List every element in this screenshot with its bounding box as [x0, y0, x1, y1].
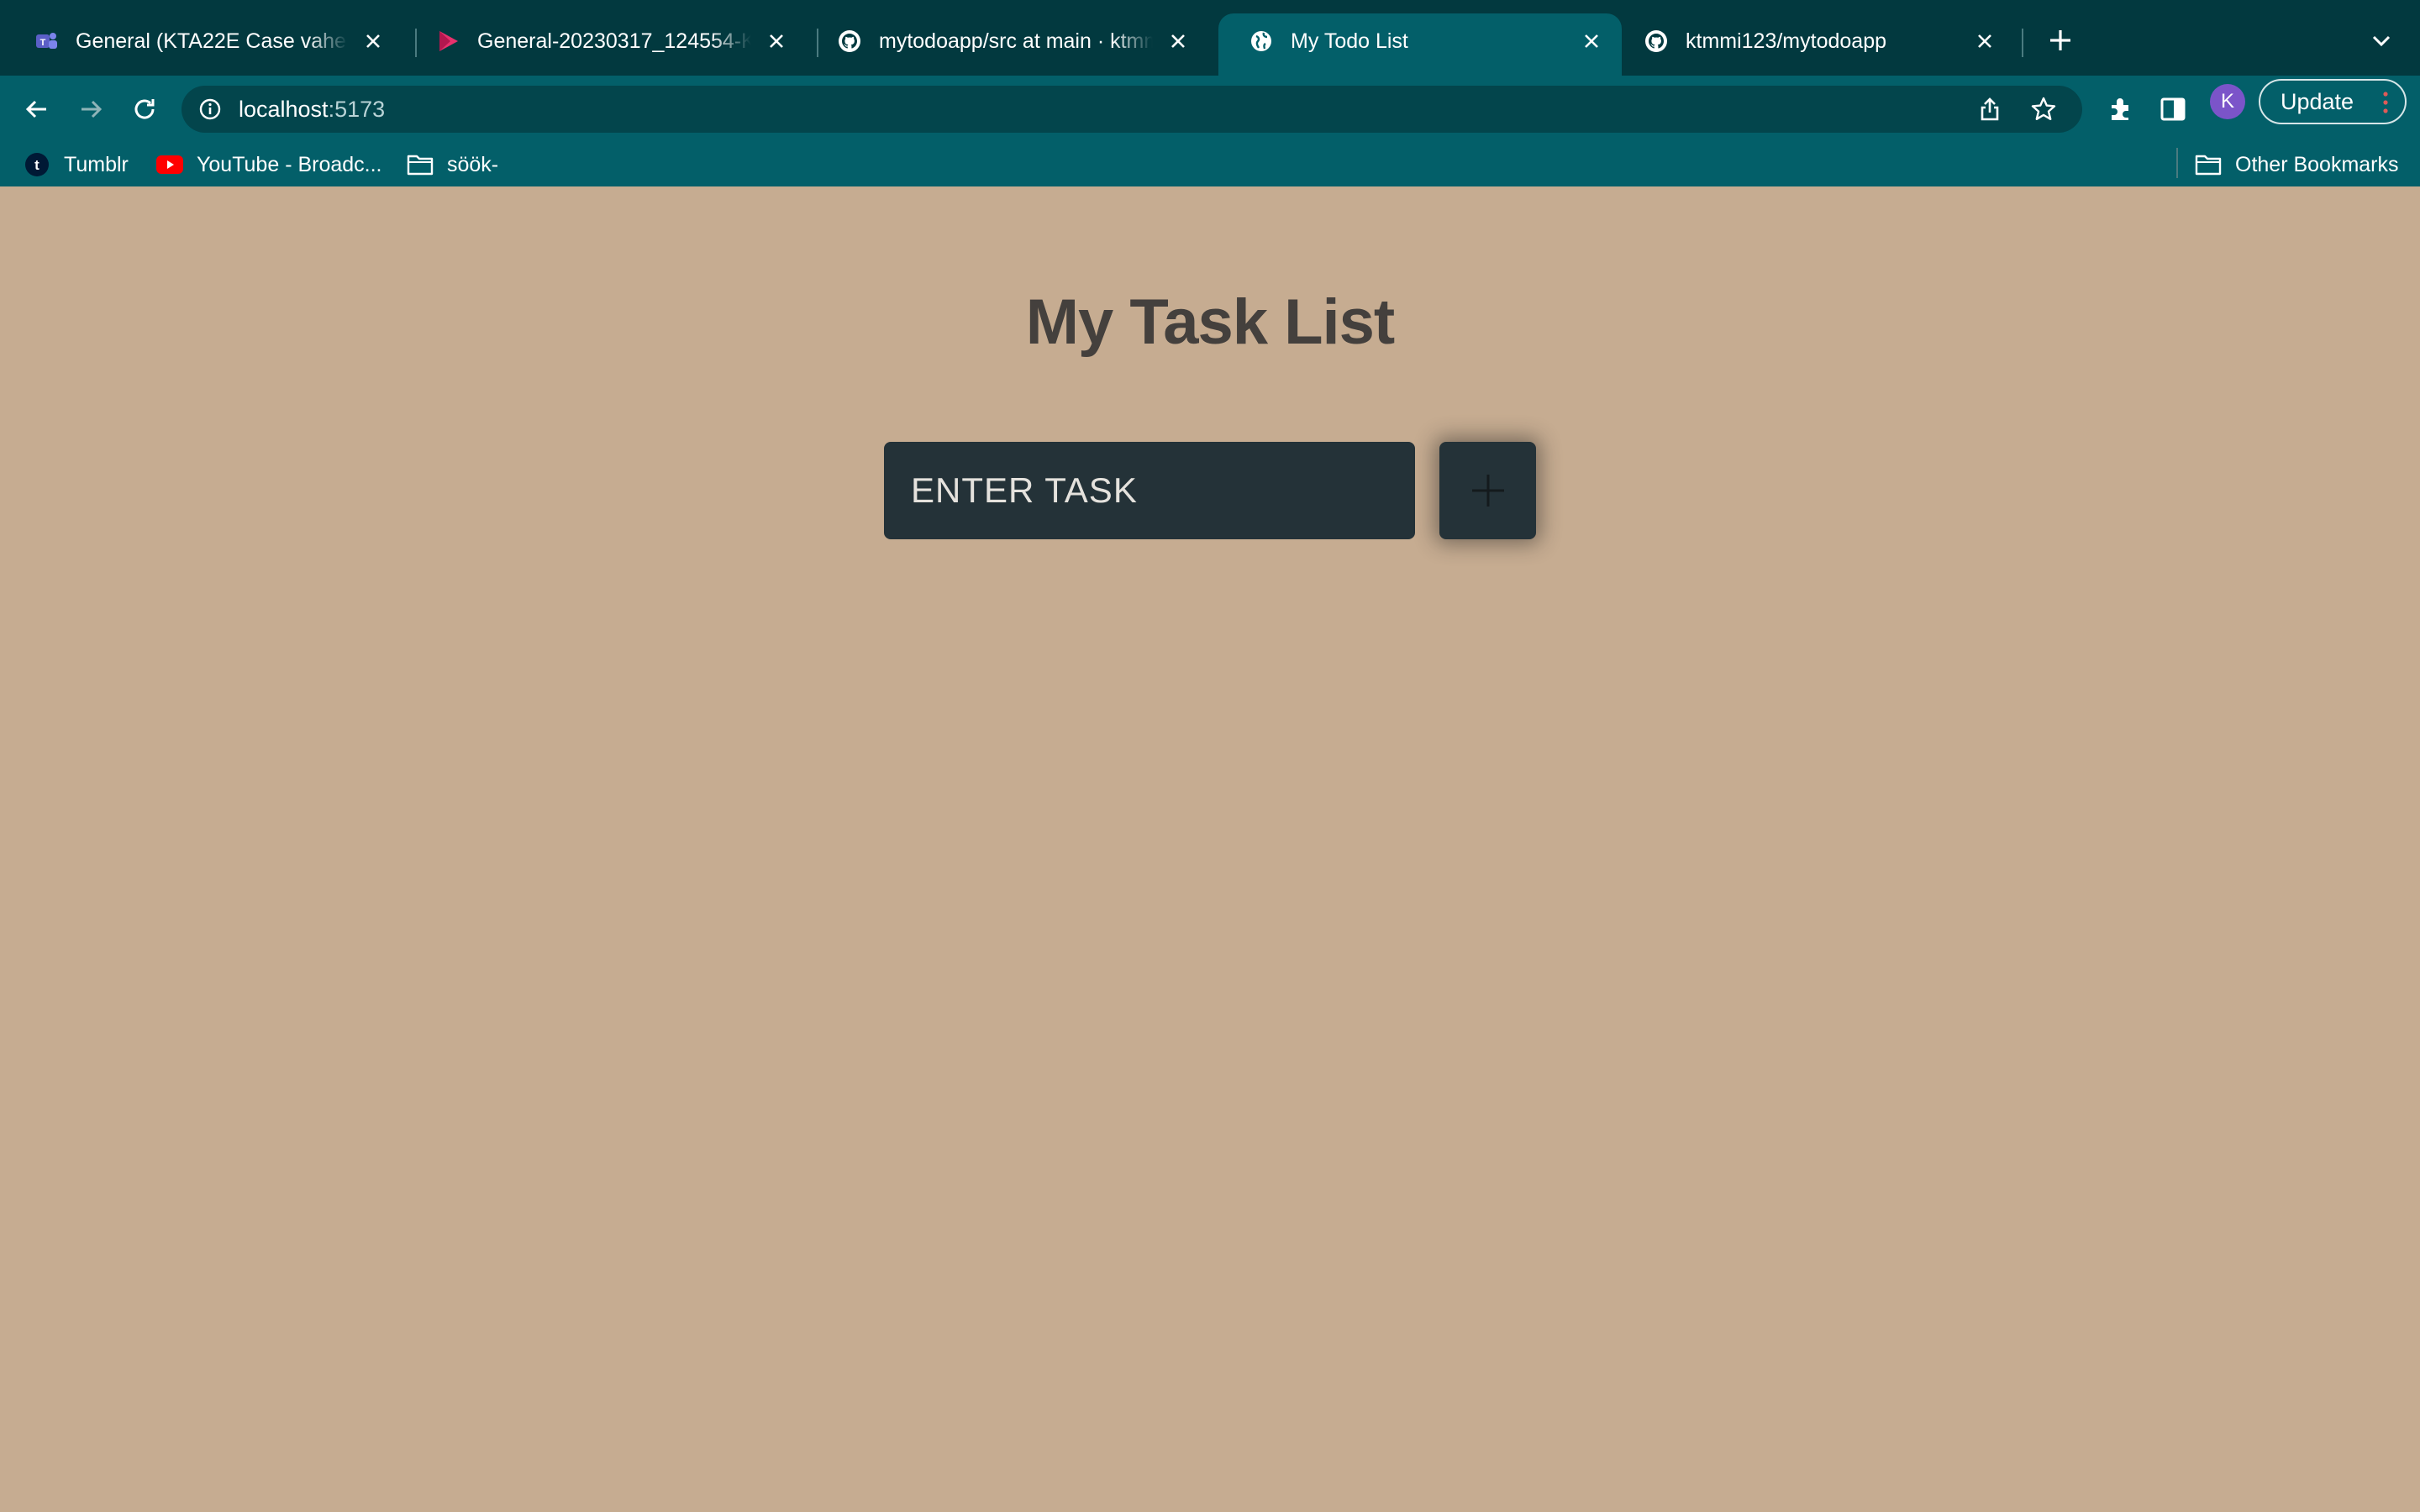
svg-text:T: T	[40, 38, 46, 48]
chevron-down-icon	[2372, 35, 2391, 47]
side-panel-icon	[2160, 97, 2186, 121]
tab-my-todo-list[interactable]: My Todo List	[1218, 13, 1622, 76]
more-menu-icon[interactable]	[2383, 91, 2388, 114]
close-icon[interactable]	[1165, 28, 1192, 55]
close-icon[interactable]	[1578, 28, 1605, 55]
profile-avatar[interactable]: K	[2210, 84, 2245, 119]
url-text[interactable]: localhost:5173	[239, 96, 385, 123]
reload-icon	[134, 99, 155, 119]
bookmark-label: söök-	[447, 152, 499, 176]
share-icon[interactable]	[1976, 96, 2003, 123]
tab-title: My Todo List	[1291, 29, 1408, 53]
reload-button[interactable]	[126, 91, 163, 128]
tab-title: ktmmi123/mytodoapp	[1686, 29, 1887, 53]
tab-title: General (KTA22E Case vahendid)	[76, 29, 348, 53]
star-icon[interactable]	[2030, 96, 2057, 123]
forward-button[interactable]	[72, 91, 109, 128]
tumblr-icon: t	[24, 151, 50, 178]
back-arrow-icon	[25, 100, 46, 118]
close-icon[interactable]	[763, 28, 790, 55]
stream-icon	[435, 29, 460, 54]
plus-icon	[1471, 475, 1504, 507]
youtube-icon	[156, 151, 183, 178]
url-port: :5173	[328, 97, 386, 122]
update-button[interactable]: Update	[2259, 79, 2407, 124]
bookmark-folder-sook[interactable]: söök-	[407, 148, 498, 181]
bookmark-tumblr[interactable]: t Tumblr	[24, 148, 129, 181]
github-icon	[1644, 29, 1669, 54]
url-host: localhost	[239, 97, 329, 122]
toolbar: localhost:5173	[0, 76, 2420, 143]
folder-icon	[2195, 151, 2222, 178]
svg-text:t: t	[34, 157, 39, 173]
puzzle-icon	[2112, 98, 2128, 120]
task-input[interactable]	[884, 442, 1415, 539]
folder-icon	[407, 151, 434, 178]
tab-github-repo[interactable]: ktmmi123/mytodoapp	[1613, 13, 2015, 69]
other-bookmarks[interactable]: Other Bookmarks	[2195, 148, 2399, 181]
bookmark-youtube[interactable]: YouTube - Broadc...	[156, 148, 382, 181]
page-content: My Task List	[0, 186, 2420, 1512]
side-panel-button[interactable]	[2158, 94, 2188, 124]
forward-arrow-icon	[82, 100, 103, 118]
tab-teams[interactable]: T General (KTA22E Case vahendid)	[3, 13, 403, 69]
other-bookmarks-label: Other Bookmarks	[2235, 152, 2399, 176]
browser-chrome: T General (KTA22E Case vahendid) General…	[0, 0, 2420, 186]
tab-title: General-20230317_124554-Koosoleku	[477, 29, 751, 53]
tab-title: mytodoapp/src at main · ktmmi123	[879, 29, 1153, 53]
tab-separator	[2022, 29, 2023, 57]
globe-icon	[1249, 29, 1274, 54]
tab-search-button[interactable]	[2368, 27, 2395, 54]
close-icon[interactable]	[1971, 28, 1998, 55]
teams-icon: T	[34, 29, 59, 54]
extensions-button[interactable]	[2106, 94, 2136, 124]
bookmarks-bar: t Tumblr YouTube - Broadc... söök- Other…	[0, 143, 2420, 186]
github-icon	[837, 29, 862, 54]
bookmarks-separator	[2176, 148, 2178, 178]
plus-icon	[2050, 30, 2070, 50]
bookmark-label: Tumblr	[64, 152, 129, 176]
page-title: My Task List	[1025, 286, 1396, 358]
new-tab-button[interactable]	[2044, 24, 2077, 57]
tab-strip: T General (KTA22E Case vahendid) General…	[0, 0, 2420, 76]
address-bar[interactable]: localhost:5173	[182, 86, 2082, 133]
back-button[interactable]	[18, 91, 55, 128]
update-label: Update	[2281, 88, 2354, 114]
bookmark-label: YouTube - Broadc...	[197, 152, 382, 176]
close-icon[interactable]	[360, 28, 387, 55]
tab-github-src[interactable]: mytodoapp/src at main · ktmmi123	[807, 13, 1208, 69]
tab-stream[interactable]: General-20230317_124554-Koosoleku	[405, 13, 807, 69]
info-icon[interactable]	[198, 97, 222, 121]
add-task-button[interactable]	[1439, 442, 1536, 539]
